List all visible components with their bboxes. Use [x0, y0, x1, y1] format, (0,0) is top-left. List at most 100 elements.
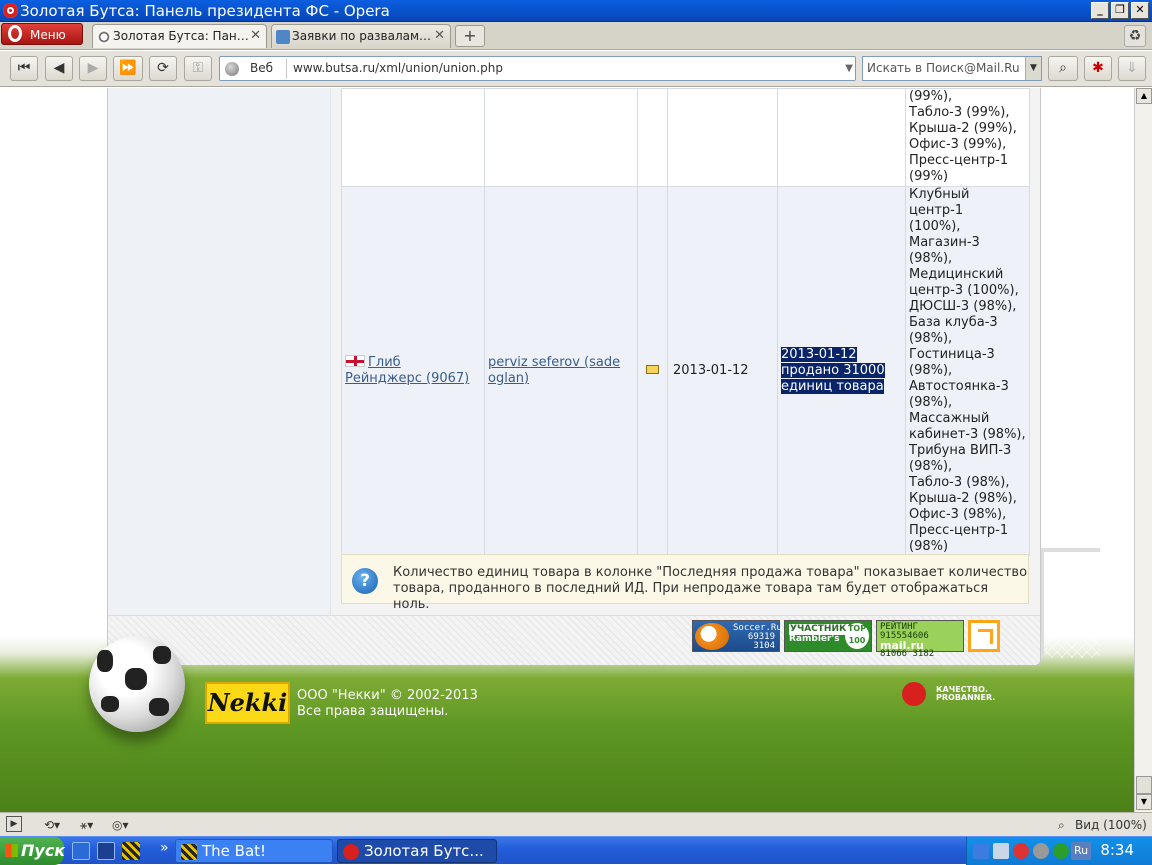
- show-desktop-icon[interactable]: [97, 842, 115, 860]
- closed-tabs-trash-icon[interactable]: ♻: [1124, 25, 1146, 47]
- manager-link[interactable]: perviz seferov (sade oglan): [488, 355, 620, 386]
- search-input[interactable]: Искать в Поиск@Mail.Ru ▼: [862, 56, 1042, 81]
- buildings-line: кабинет-3 (98%),: [909, 427, 1026, 442]
- buildings-line: ДЮСШ-3 (98%),: [909, 299, 1017, 314]
- taskbar-button-thebat[interactable]: The Bat!: [175, 839, 333, 863]
- buildings-line: Медицинский: [909, 267, 1004, 282]
- turbo-icon[interactable]: ◎▾: [112, 815, 129, 835]
- scroll-up-arrow-icon[interactable]: ▲: [1136, 88, 1152, 104]
- binoculars-icon[interactable]: ⌕: [1048, 56, 1078, 81]
- probanner-badge[interactable]: КАЧЕСТВО. PROBANNER.: [902, 682, 1002, 708]
- clock: 8:34: [1100, 841, 1134, 859]
- buildings-line: (98%),: [909, 395, 953, 410]
- browser-statusbar: ▶ ⟲▾ ⚹▾ ◎▾ ⌕ Вид (100%): [0, 812, 1152, 836]
- sales-table: (99%), Табло-3 (99%), Крыша-2 (99%), Офи…: [341, 88, 1030, 556]
- system-tray: Ru 8:34: [966, 837, 1152, 865]
- mailru-v1: 81066: [880, 649, 908, 659]
- new-tab-button[interactable]: +: [455, 25, 485, 47]
- tab-butsa[interactable]: Золотая Бутса: Пан… ✕: [92, 24, 267, 48]
- ball-patch: [153, 646, 171, 664]
- ball-patch: [149, 698, 169, 716]
- network-icon[interactable]: [993, 843, 1009, 859]
- unite-icon[interactable]: ⚹▾: [80, 815, 93, 835]
- address-bar[interactable]: Веб www.butsa.ru/xml/union/union.php ▼: [219, 56, 856, 81]
- minimize-button[interactable]: _: [1091, 2, 1109, 19]
- fast-forward-button[interactable]: ⏩: [113, 56, 143, 81]
- counters-bar: Soccer.Ru 69319 3104 УЧАСТНИК Rambler's …: [108, 615, 1040, 665]
- close-tab-icon[interactable]: ✕: [434, 25, 445, 47]
- buildings-line: Клубный центр-1: [909, 187, 970, 218]
- close-tab-icon[interactable]: ✕: [250, 25, 261, 47]
- envelope-icon[interactable]: [646, 365, 659, 374]
- start-button[interactable]: Пуск: [0, 837, 65, 865]
- panel-toggle-icon[interactable]: ▶: [6, 816, 22, 832]
- rambler-top100-counter[interactable]: УЧАСТНИК Rambler's TOP 100: [784, 620, 872, 652]
- question-icon: ?: [352, 568, 378, 594]
- sale-date: 2013-01-12: [673, 363, 749, 378]
- external-link-icon[interactable]: [968, 620, 1000, 652]
- buildings-line: Крыша-2 (99%),: [909, 121, 1017, 136]
- ball-patch: [97, 650, 113, 672]
- checkmark-favicon-icon: [276, 30, 290, 44]
- shield-icon[interactable]: [973, 843, 989, 859]
- vertical-scrollbar[interactable]: ▲ ▼: [1134, 88, 1152, 812]
- tab-razvaly[interactable]: Заявки по развалам… ✕: [271, 24, 451, 48]
- buildings-line: (99%),: [909, 89, 953, 104]
- buildings-line: Магазин-3 (98%),: [909, 235, 980, 266]
- tab-label: Заявки по развалам…: [292, 29, 432, 43]
- update-icon[interactable]: [1053, 843, 1069, 859]
- reload-button[interactable]: ⟳: [149, 56, 177, 81]
- bookmark-icon[interactable]: ✱: [1084, 56, 1112, 81]
- opera-menu-button[interactable]: Меню: [1, 23, 83, 45]
- nekki-logo[interactable]: Nekki: [205, 682, 290, 724]
- language-indicator[interactable]: Ru: [1071, 842, 1091, 860]
- ie-icon[interactable]: [72, 842, 90, 860]
- buildings-line: (98%),: [909, 459, 953, 474]
- search-engine-dropdown-icon[interactable]: ▼: [1025, 57, 1041, 80]
- close-window-button[interactable]: ✕: [1131, 2, 1149, 19]
- buildings-line: База клуба-3: [909, 315, 998, 330]
- content-panel: (99%), Табло-3 (99%), Крыша-2 (99%), Офи…: [107, 88, 1041, 666]
- rewind-button[interactable]: ⏮: [10, 56, 38, 81]
- quicklaunch-chevron-icon[interactable]: »: [160, 840, 169, 856]
- icon-cell: [637, 186, 668, 556]
- zoom-icon[interactable]: ⌕: [1058, 815, 1065, 835]
- restore-button[interactable]: ❐: [1111, 2, 1129, 19]
- last-sale-cell: [777, 88, 906, 187]
- buildings-line: Крыша-2 (98%),: [909, 491, 1017, 506]
- windows-taskbar: Пуск » The Bat! Золотая Бутс... Ru 8:34: [0, 836, 1152, 865]
- download-icon[interactable]: ⇓: [1118, 56, 1146, 81]
- wand-key-button[interactable]: ⚿: [184, 56, 212, 81]
- buildings-line: центр-3 (100%),: [909, 283, 1019, 298]
- forward-button[interactable]: ▶: [79, 56, 107, 81]
- scroll-thumb[interactable]: [1136, 776, 1152, 794]
- address-dropdown-icon[interactable]: ▼: [845, 57, 853, 80]
- taskbar-button-label: The Bat!: [202, 842, 267, 860]
- table-row: Глиб Рейнджерс (9067) perviz seferov (sa…: [341, 186, 1030, 556]
- football-decoration: [89, 636, 185, 732]
- zebra-app-icon[interactable]: [122, 842, 140, 860]
- scroll-down-arrow-icon[interactable]: ▼: [1136, 794, 1152, 810]
- ball-patch: [125, 668, 147, 690]
- left-column: [108, 88, 331, 615]
- page-viewport: (99%), Табло-3 (99%), Крыша-2 (99%), Офи…: [0, 88, 1134, 812]
- zoom-level[interactable]: Вид (100%): [1075, 815, 1147, 835]
- sync-icon[interactable]: ⟲▾: [44, 815, 60, 835]
- mailru-counter[interactable]: РЕЙТИНГ 915554606 mail.ru 81066 3182: [876, 620, 964, 659]
- speaker-icon[interactable]: [1033, 843, 1049, 859]
- back-button[interactable]: ◀: [45, 56, 73, 81]
- buildings-line: Массажный: [909, 411, 990, 426]
- probanner-text: КАЧЕСТВО. PROBANNER.: [936, 685, 996, 702]
- manager-cell: [484, 88, 638, 187]
- security-alert-icon[interactable]: [1013, 843, 1029, 859]
- last-sale-unit: единиц товара: [781, 379, 884, 394]
- taskbar-button-opera[interactable]: Золотая Бутс...: [337, 839, 497, 863]
- buildings-line: Пресс-центр-1: [909, 153, 1009, 168]
- url-text[interactable]: www.butsa.ru/xml/union/union.php: [293, 57, 503, 80]
- buildings-line: Офис-3 (99%),: [909, 137, 1007, 152]
- soccer-ru-counter[interactable]: Soccer.Ru 69319 3104: [692, 620, 782, 652]
- globe-icon: [225, 62, 239, 76]
- footer-copyright: ООО "Некки" © 2002-2013 Все права защище…: [297, 688, 478, 720]
- buildings-line: (100%),: [909, 219, 961, 234]
- menu-button-label: Меню: [30, 28, 66, 42]
